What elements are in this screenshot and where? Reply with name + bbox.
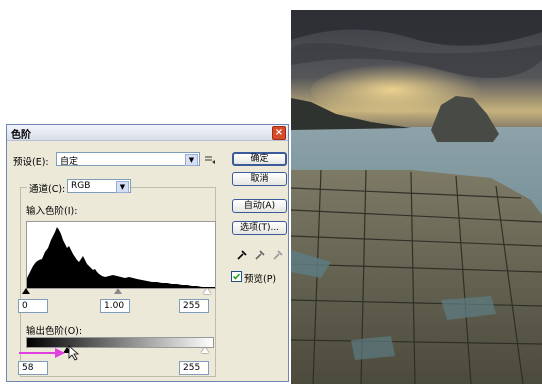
channel-value: RGB [71, 181, 91, 191]
gray-eyedropper-icon[interactable] [254, 249, 266, 261]
annotation-arrow [19, 345, 80, 361]
output-levels-label: 输出色阶(O): [26, 326, 83, 337]
input-gray-slider[interactable] [114, 288, 122, 294]
input-levels-label: 输入色阶(I): [26, 206, 78, 217]
output-black-field[interactable]: 58 [18, 361, 48, 375]
landscape-photo [291, 10, 542, 384]
black-eyedropper-icon[interactable] [236, 249, 248, 261]
input-white-field[interactable]: 255 [179, 299, 209, 313]
channel-select[interactable]: RGB ▼ [67, 179, 131, 193]
close-button[interactable]: × [272, 126, 286, 140]
output-white-slider[interactable] [201, 347, 209, 353]
input-mid-field[interactable]: 1.00 [100, 299, 130, 313]
preview-label: 预览(P) [244, 274, 277, 285]
dialog-title: 色阶 [11, 130, 31, 141]
input-white-slider[interactable] [203, 288, 211, 294]
input-black-slider[interactable] [22, 288, 30, 294]
title-bar: 色阶 × [7, 125, 288, 141]
checkmark-icon [232, 273, 241, 280]
levels-dialog: 色阶 × 预设(E): 自定 ▼ 通道(C): RGB ▼ 输入色阶(I): 0… [6, 124, 289, 382]
preset-select[interactable]: 自定 ▼ [56, 152, 200, 167]
histogram-graph [27, 227, 215, 288]
white-eyedropper-icon[interactable] [272, 249, 284, 261]
chevron-down-icon: ▼ [116, 181, 129, 193]
preset-label: 预设(E): [13, 157, 49, 168]
input-black-field[interactable]: 0 [18, 299, 48, 313]
ok-button[interactable]: 确定 [232, 152, 287, 166]
auto-button[interactable]: 自动(A) [232, 199, 287, 213]
channel-label: 通道(C): [27, 181, 68, 195]
preset-menu-icon[interactable] [204, 155, 216, 165]
histogram [26, 221, 216, 289]
preview-checkbox[interactable] [231, 271, 242, 282]
output-white-field[interactable]: 255 [179, 361, 209, 375]
preset-value: 自定 [60, 157, 79, 167]
options-button[interactable]: 选项(T)... [232, 221, 287, 235]
chevron-down-icon: ▼ [185, 154, 198, 166]
cancel-button[interactable]: 取消 [232, 172, 287, 186]
